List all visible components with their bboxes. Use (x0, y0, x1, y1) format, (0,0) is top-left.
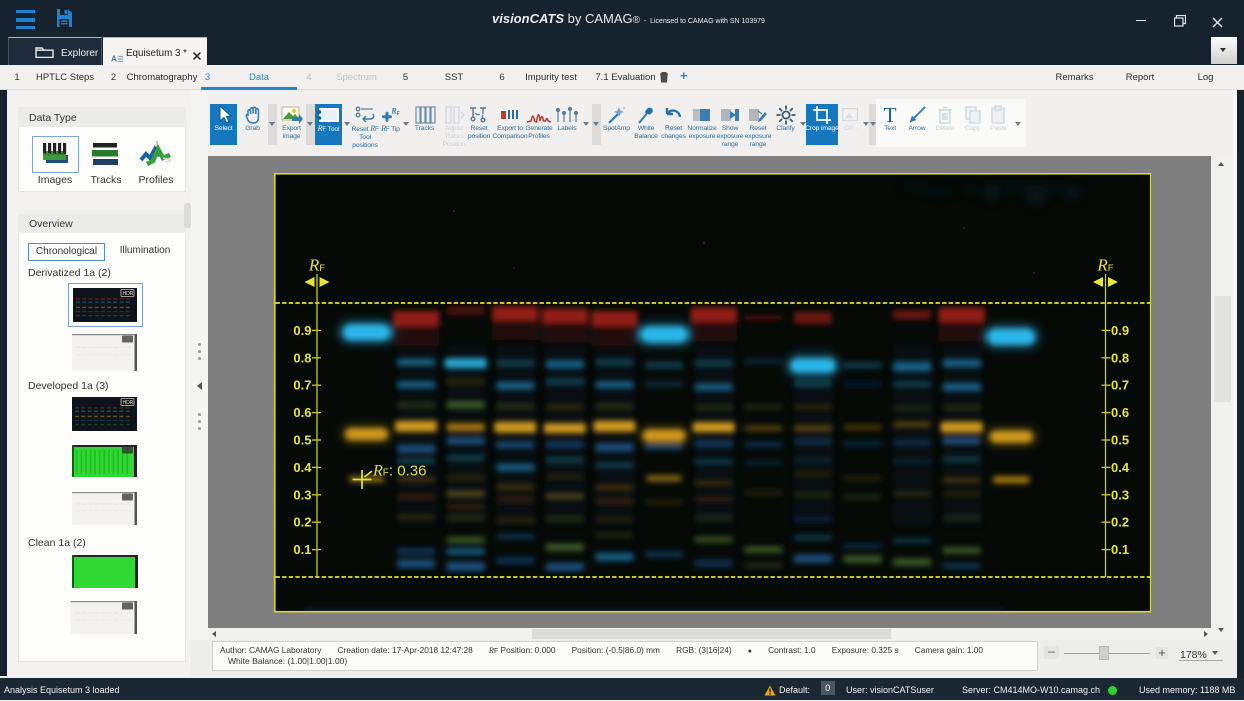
svg-text:0.7: 0.7 (1111, 378, 1129, 393)
svg-text:0.4: 0.4 (293, 460, 312, 475)
svg-text:0.1: 0.1 (293, 542, 311, 557)
svg-text:HDR: HDR (123, 400, 134, 406)
svg-text:0.8: 0.8 (1111, 350, 1129, 365)
svg-text:0.8: 0.8 (293, 350, 311, 365)
svg-text:0.2: 0.2 (293, 515, 311, 530)
svg-text:0.9: 0.9 (1111, 323, 1129, 338)
svg-text:0.6: 0.6 (293, 405, 311, 420)
svg-text:T: T (884, 104, 897, 126)
svg-text:0.4: 0.4 (1111, 460, 1130, 475)
svg-text:0.5: 0.5 (293, 433, 311, 448)
svg-text:0.5: 0.5 (1111, 433, 1129, 448)
svg-text:0.3: 0.3 (1111, 487, 1129, 502)
svg-text:RF: 0.36: RF: 0.36 (372, 463, 426, 480)
svg-text:0.1: 0.1 (1111, 542, 1129, 557)
svg-text:A: A (111, 55, 117, 63)
svg-text:HDR: HDR (123, 291, 134, 297)
svg-text:0.7: 0.7 (293, 378, 311, 393)
svg-text:F: F (397, 111, 401, 117)
svg-text:0.9: 0.9 (293, 323, 311, 338)
svg-text:0.6: 0.6 (1111, 405, 1129, 420)
svg-text:0.2: 0.2 (1111, 515, 1129, 530)
svg-text:0.3: 0.3 (293, 487, 311, 502)
svg-text:R: R (390, 106, 396, 115)
